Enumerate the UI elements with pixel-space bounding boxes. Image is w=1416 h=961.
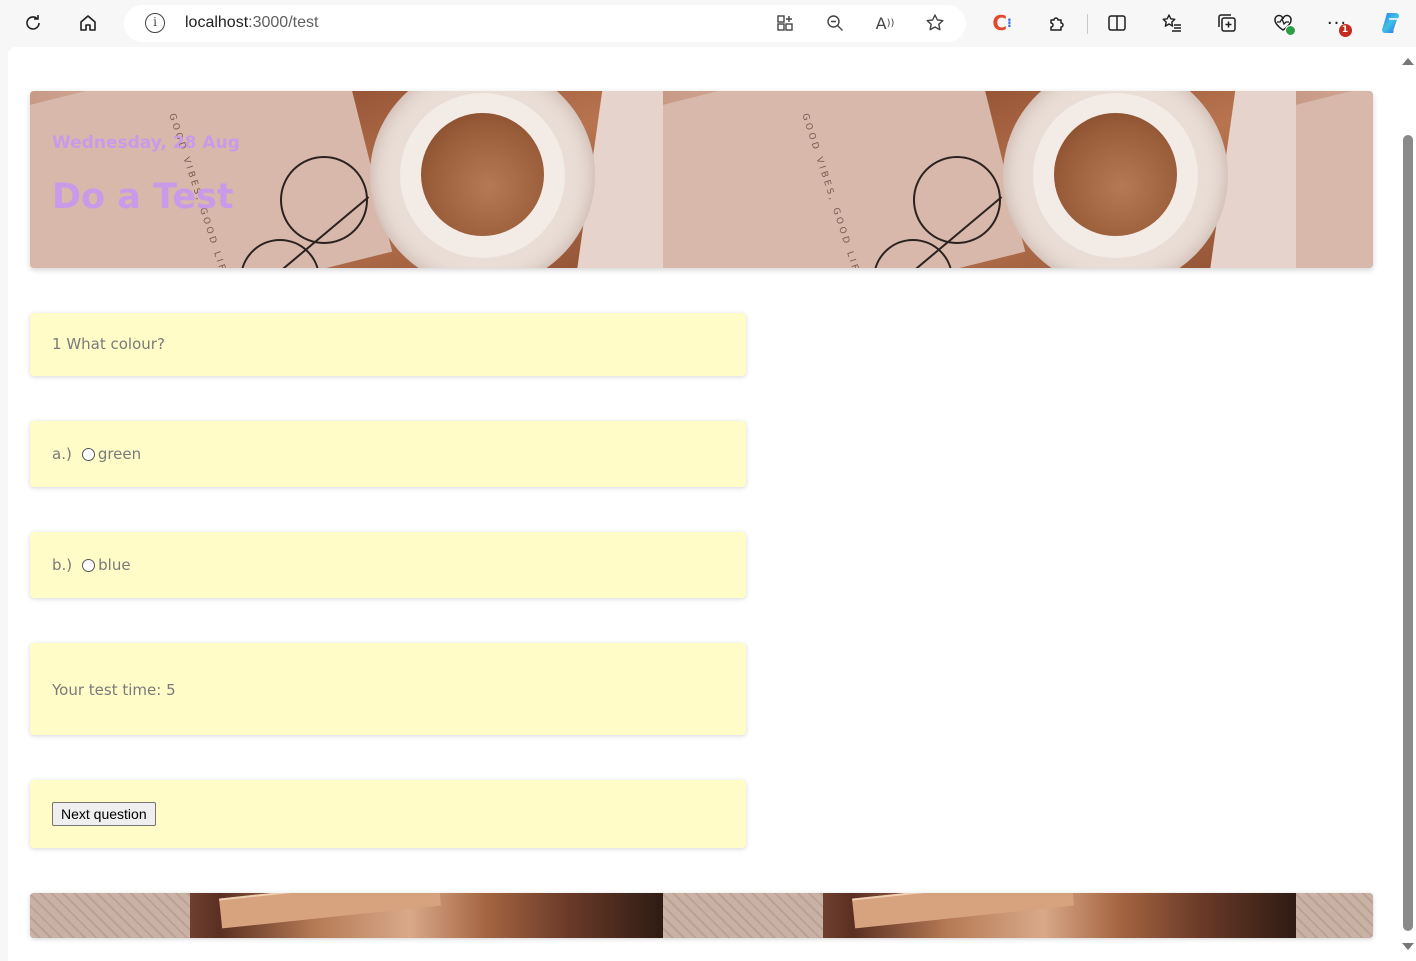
favorite-star-icon[interactable]: [920, 8, 950, 38]
split-screen-icon[interactable]: [1100, 6, 1134, 40]
footer-image-tile: [30, 893, 663, 938]
banner-image-tile: [1296, 91, 1373, 268]
more-options-icon[interactable]: ··· 1: [1320, 6, 1354, 40]
toolbar-separator: [1087, 14, 1088, 34]
url-text[interactable]: localhost:3000/test: [185, 14, 318, 32]
question-text: 1 What colour?: [52, 335, 165, 353]
page-title: Do a Test: [52, 177, 234, 217]
answer-option-a[interactable]: a.) green: [52, 445, 141, 463]
test-time-value: 5: [166, 681, 176, 699]
status-ok-dot: [1285, 25, 1296, 36]
header-date: Wednesday, 28 Aug: [52, 133, 240, 153]
collections-icon[interactable]: [1210, 6, 1244, 40]
footer-image-tile: [1296, 893, 1373, 938]
answer-option-card: a.) green: [30, 421, 746, 487]
answer-option-b[interactable]: b.) blue: [52, 556, 131, 574]
extensions-puzzle-icon[interactable]: [1040, 6, 1074, 40]
question-card: 1 What colour?: [30, 313, 746, 376]
copilot-extension-icon[interactable]: C ⁝: [985, 6, 1019, 40]
browser-toolbar: i localhost:3000/test A)) C ⁝ ··· 1: [0, 0, 1416, 47]
answer-option-card: b.) blue: [30, 532, 746, 598]
zoom-out-icon[interactable]: [820, 8, 850, 38]
scrollbar-thumb[interactable]: [1403, 135, 1413, 931]
vertical-scrollbar[interactable]: [1399, 47, 1416, 961]
test-time: Your test time: 5: [52, 681, 176, 699]
option-letter: b.): [52, 556, 73, 574]
notification-badge: 1: [1339, 24, 1352, 37]
read-aloud-icon[interactable]: A)): [870, 8, 900, 38]
favorites-list-icon[interactable]: [1155, 6, 1189, 40]
footer-image-tile: [663, 893, 1296, 938]
next-question-button[interactable]: Next question: [52, 802, 156, 826]
home-icon[interactable]: [71, 6, 105, 40]
header-banner: GOOD VIBES, GOOD LIFE GOOD VIBES, GOOD L…: [30, 91, 1373, 268]
actions-card: Next question: [30, 780, 746, 848]
footer-banner: [30, 893, 1373, 938]
refresh-icon[interactable]: [16, 6, 50, 40]
address-bar[interactable]: i localhost:3000/test A)): [124, 5, 966, 42]
browser-essentials-icon[interactable]: [1266, 6, 1300, 40]
option-a-radio[interactable]: [81, 447, 95, 461]
question-number: 1: [52, 335, 62, 353]
timer-card: Your test time: 5: [30, 643, 746, 735]
app-available-icon[interactable]: [770, 8, 800, 38]
banner-image-tile: GOOD VIBES, GOOD LIFE: [663, 91, 1296, 268]
scroll-up-arrow-icon[interactable]: [1402, 58, 1414, 65]
option-label[interactable]: green: [98, 445, 141, 463]
site-info-icon[interactable]: i: [145, 13, 165, 33]
question-prompt: What colour?: [66, 335, 165, 353]
scroll-down-arrow-icon[interactable]: [1402, 943, 1414, 950]
option-letter: a.): [52, 445, 72, 463]
option-label[interactable]: blue: [98, 556, 130, 574]
test-time-label: Your test time:: [52, 681, 162, 699]
copilot-icon[interactable]: [1374, 6, 1408, 40]
option-b-radio[interactable]: [82, 558, 96, 572]
page-viewport: GOOD VIBES, GOOD LIFE GOOD VIBES, GOOD L…: [8, 47, 1416, 961]
